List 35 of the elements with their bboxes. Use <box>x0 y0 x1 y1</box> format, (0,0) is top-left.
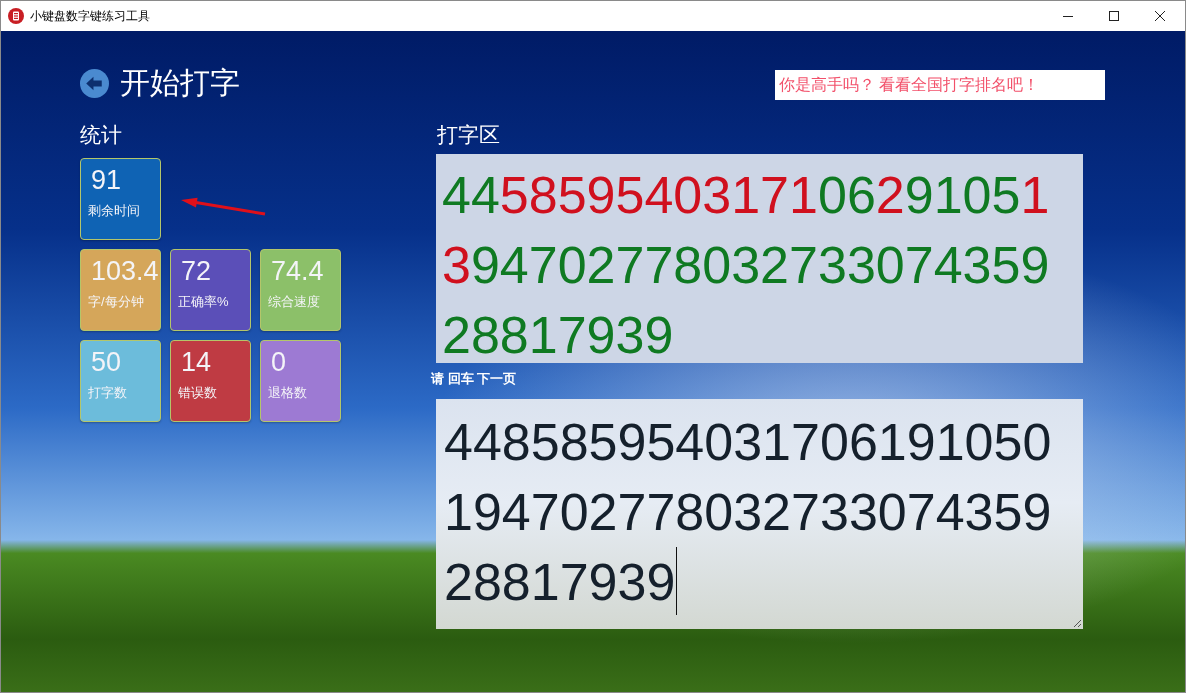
minimize-icon <box>1063 15 1073 17</box>
stat-label: 字/每分钟 <box>87 293 145 311</box>
window-title: 小键盘数字键练习工具 <box>30 8 150 24</box>
reference-digits: 28817939 <box>442 306 674 364</box>
stat-value: 91 <box>90 164 123 196</box>
app-icon <box>8 8 24 24</box>
ranking-link[interactable]: 你是高手吗？ 看看全国打字排名吧！ <box>775 70 1105 100</box>
hint-text: 请 回车 下一页 <box>431 370 518 388</box>
resize-grip-icon[interactable] <box>1073 619 1081 627</box>
close-icon <box>1155 11 1165 21</box>
stat-label: 剩余时间 <box>87 202 141 220</box>
reference-digits: 44 <box>442 166 500 224</box>
stat-value: 103.4 <box>90 255 160 287</box>
reference-digits: 06 <box>817 166 876 224</box>
reference-digits: 1 <box>1020 166 1050 224</box>
reference-digits: 94702778032733074359 <box>470 236 1050 294</box>
maximize-icon <box>1109 11 1119 21</box>
stat-label: 打字数 <box>87 384 128 402</box>
stat-value: 14 <box>180 346 213 378</box>
stat-label: 综合速度 <box>267 293 321 311</box>
reference-digits: 58595403171 <box>499 166 818 224</box>
reference-digits: 2 <box>875 166 905 224</box>
stat-value: 74.4 <box>270 255 325 287</box>
stat-value: 72 <box>180 255 213 287</box>
reference-digits: 3 <box>442 236 471 294</box>
stat-label: 错误数 <box>177 384 218 402</box>
stat-value: 0 <box>270 346 288 378</box>
stat-value: 50 <box>90 346 123 378</box>
section-heading: 统计 <box>80 122 123 148</box>
section-heading: 打字区 <box>437 122 501 148</box>
stat-label: 正确率% <box>177 293 230 311</box>
page-title: 开始打字 <box>120 65 240 101</box>
reference-digits: 9105 <box>904 166 1021 224</box>
typing-input-field[interactable]: 448585954031706191050 194702778032733074359 28817939 <box>436 399 1083 629</box>
stat-label: 退格数 <box>267 384 308 402</box>
